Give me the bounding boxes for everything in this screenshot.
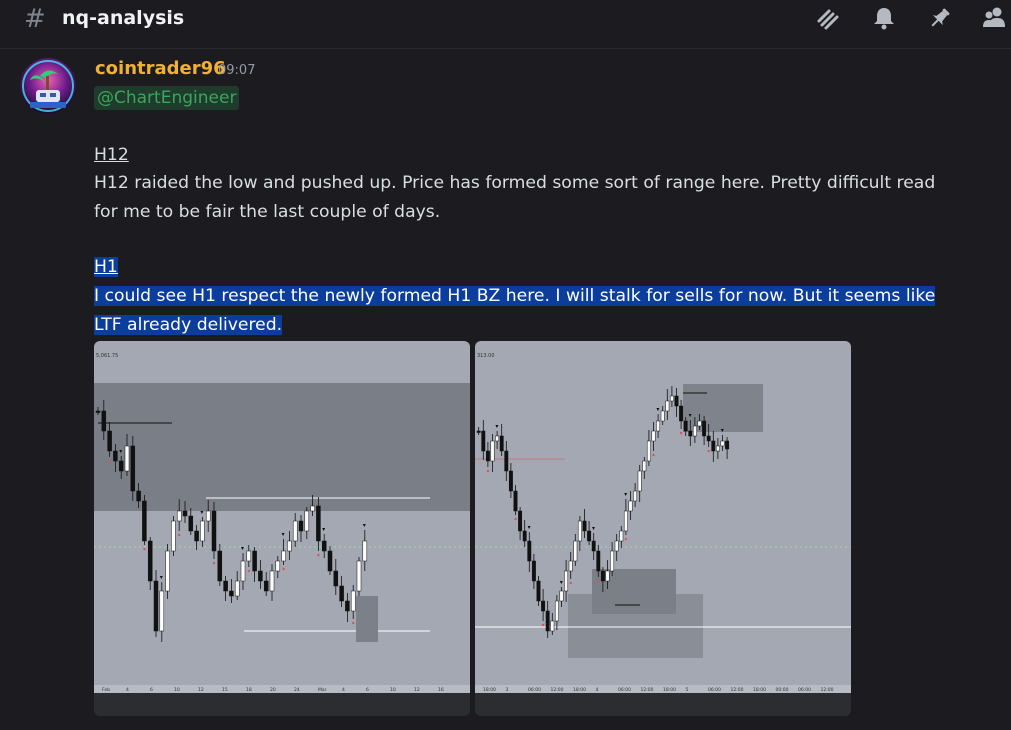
section-title-h12: H12 [94, 145, 129, 165]
channel-header: # nq-analysis [0, 0, 1011, 49]
x-axis-tick: 12:00 [551, 687, 564, 693]
x-axis-tick: 06:00 [528, 687, 541, 693]
members-icon[interactable] [982, 5, 1008, 31]
x-axis-tick: Mar [318, 687, 327, 693]
x-axis-tick: 18:00 [483, 687, 496, 693]
x-axis-tick: 4 [126, 687, 129, 693]
x-axis-tick: 12:00 [821, 687, 834, 693]
message-timestamp: 09:07 [218, 63, 256, 78]
x-axis-tick: 15 [222, 687, 228, 693]
user-mention[interactable]: @ChartEngineer [94, 86, 240, 110]
x-axis-tick: 10 [390, 687, 396, 693]
x-axis-tick: 12 [198, 687, 204, 693]
x-axis-tick: 18:00 [753, 687, 766, 693]
x-axis-tick: 4 [342, 687, 345, 693]
message-text-line: H12 raided the low and pushed up. Price … [94, 173, 936, 193]
selected-text-line: LTF already delivered. [94, 315, 283, 335]
threads-icon[interactable] [815, 5, 841, 31]
x-axis-tick: 18 [246, 687, 252, 693]
x-axis-tick: 20 [270, 687, 276, 693]
chart-image-h12: 5,061.75 Feb 4 6 10 12 15 18 20 24 Mar 4 6 10 12 16 [94, 341, 470, 716]
x-axis-tick: 6 [150, 687, 153, 693]
x-axis-tick: 12:00 [641, 687, 654, 693]
x-axis-tick: 06:00 [708, 687, 721, 693]
x-axis-tick: 18:00 [573, 687, 586, 693]
x-axis-tick: 12:00 [731, 687, 744, 693]
section-title-h1: H1 [94, 257, 118, 277]
x-axis-tick: 3 [506, 687, 509, 693]
x-axis-tick: 6 [366, 687, 369, 693]
x-axis-tick: 4 [596, 687, 599, 693]
selected-text-line: I could see H1 respect the newly formed … [94, 286, 936, 306]
x-axis-tick: 24 [294, 687, 300, 693]
message-author[interactable]: cointrader96 [95, 58, 226, 79]
x-axis-tick: 12 [414, 687, 420, 693]
pin-icon[interactable] [927, 5, 953, 31]
channel-hash-icon: # [24, 4, 46, 34]
chart-price-label: 5,061.75 [96, 353, 118, 359]
x-axis-tick: 06:00 [798, 687, 811, 693]
x-axis-tick: Feb [102, 687, 110, 693]
channel-name[interactable]: nq-analysis [62, 7, 184, 29]
x-axis-tick: 16 [438, 687, 444, 693]
x-axis-tick: 06:00 [618, 687, 631, 693]
chart-image-h1: 313.00 18:00 3 06:00 12:00 18:00 4 06:00 12:00 1… [475, 341, 851, 716]
x-axis-tick: 18:00 [663, 687, 676, 693]
chart-price-label: 313.00 [477, 353, 495, 359]
x-axis-tick: 00:00 [776, 687, 789, 693]
bell-icon[interactable] [871, 5, 897, 31]
chart-attachment-h12[interactable]: 5,061.75 Feb 4 6 10 12 15 18 20 24 Mar 4 6 10 12 16 [94, 341, 470, 716]
avatar[interactable] [20, 58, 76, 114]
x-axis-tick: 10 [174, 687, 180, 693]
message-text-line: for me to be fair the last couple of day… [94, 202, 441, 222]
x-axis-tick: 5 [686, 687, 689, 693]
chart-attachment-h1[interactable]: 313.00 18:00 3 06:00 12:00 18:00 4 06:00 12:00 1… [475, 341, 851, 716]
